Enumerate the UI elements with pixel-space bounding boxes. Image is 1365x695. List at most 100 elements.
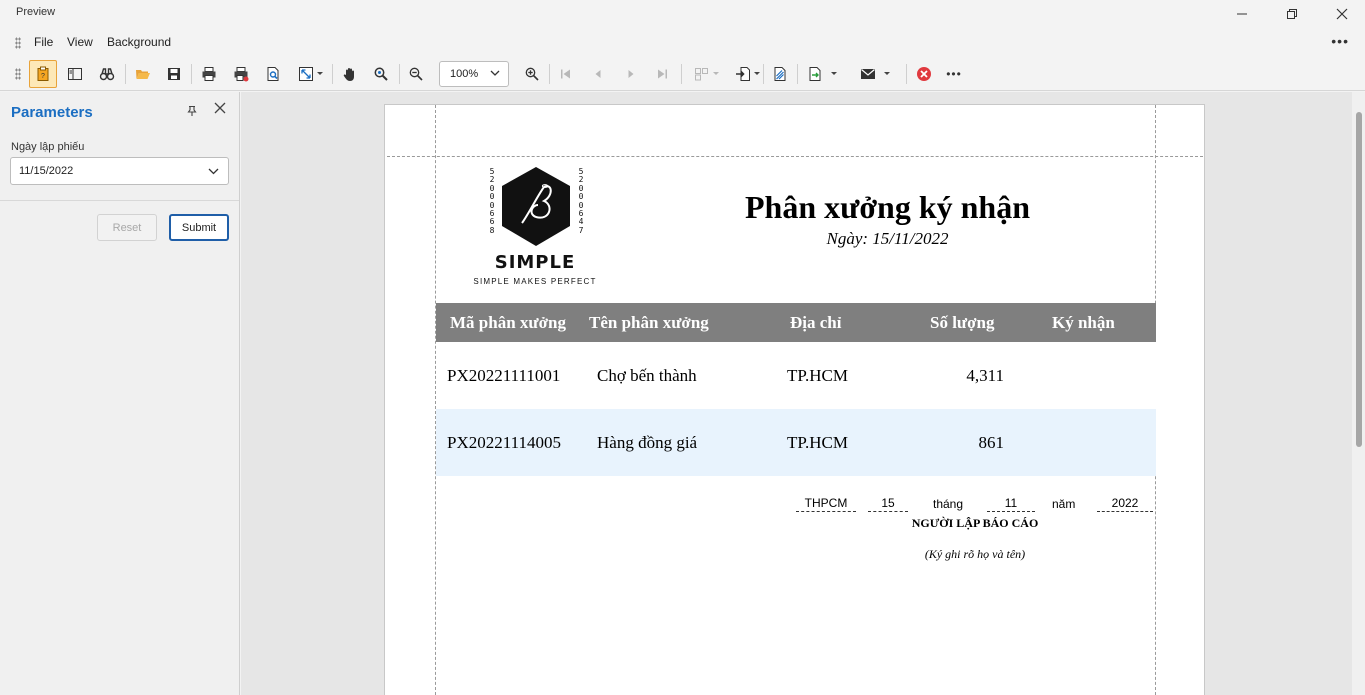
company-logo: 52000668 52000647 SIMPLE SIMPLE MAKES PE… — [465, 165, 605, 290]
stop-button[interactable] — [910, 60, 938, 88]
chevron-down-icon — [490, 70, 500, 76]
date-select[interactable]: 11/15/2022 — [10, 157, 229, 185]
signature-place: THPCM — [796, 496, 856, 512]
report-page: 52000668 52000647 SIMPLE SIMPLE MAKES PE… — [384, 104, 1205, 695]
minimize-button[interactable] — [1219, 0, 1265, 28]
close-panel-icon[interactable] — [214, 101, 226, 118]
export-options-button[interactable] — [827, 60, 841, 88]
table-cell: PX20221111001 — [447, 366, 561, 385]
signature-month: 11 — [987, 496, 1035, 512]
toolbar-separator — [797, 64, 798, 84]
parameters-title: Parameters — [11, 104, 93, 121]
open-button[interactable] — [129, 60, 157, 88]
column-header: Tên phân xưởng — [589, 313, 709, 332]
send-email-button[interactable] — [854, 60, 882, 88]
watermark-button[interactable] — [766, 60, 794, 88]
document-viewer[interactable]: 52000668 52000647 SIMPLE SIMPLE MAKES PE… — [241, 92, 1352, 695]
table-cell: 4,311 — [966, 366, 1004, 385]
zoom-out-button[interactable] — [402, 60, 430, 88]
needle-logo-icon — [502, 167, 570, 246]
export-button[interactable] — [729, 60, 760, 88]
last-page-button[interactable] — [648, 60, 676, 88]
chevron-down-icon — [884, 72, 890, 75]
page-search-icon — [267, 67, 279, 81]
sidebar-layout-icon — [68, 68, 82, 80]
minimize-icon — [1237, 13, 1247, 15]
table-cell: TP.HCM — [787, 366, 848, 385]
month-word: tháng — [933, 497, 964, 511]
document-map-button[interactable] — [61, 60, 89, 88]
menu-view[interactable]: View — [67, 35, 93, 49]
vertical-scrollbar[interactable] — [1352, 92, 1365, 695]
table-cell: TP.HCM — [787, 433, 848, 452]
title-bar: Preview — [0, 0, 1365, 28]
scrollbar-thumb[interactable] — [1356, 112, 1362, 447]
chevron-down-icon — [713, 72, 719, 75]
restore-button[interactable] — [1269, 0, 1315, 28]
toolbar-separator — [191, 64, 192, 84]
toolbar-grip-icon[interactable] — [15, 68, 21, 80]
logo-brand: SIMPLE — [494, 252, 576, 273]
hand-tool-button[interactable] — [336, 60, 364, 88]
previous-page-icon — [595, 70, 601, 78]
first-page-icon — [561, 69, 570, 79]
page-setup-button[interactable] — [292, 60, 323, 88]
page-setup-icon — [299, 67, 313, 81]
search-button[interactable] — [93, 60, 121, 88]
parameters-panel: Parameters Ngày lập phiếu 11/15/2022 Res… — [0, 92, 240, 695]
first-page-button[interactable] — [552, 60, 580, 88]
save-button[interactable] — [160, 60, 188, 88]
menu-grip-icon[interactable] — [15, 37, 21, 49]
email-options-button[interactable] — [880, 60, 894, 88]
submit-button[interactable]: Submit — [169, 214, 229, 241]
column-header: Địa chỉ — [790, 313, 842, 332]
toolbar-separator — [125, 64, 126, 84]
table-row: PX20221114005 Hàng đồng giá TP.HCM 861 — [436, 409, 1156, 476]
close-window-button[interactable] — [1319, 0, 1365, 28]
pin-icon[interactable] — [186, 105, 198, 120]
signature-day: 15 — [868, 496, 908, 512]
quick-print-button[interactable] — [227, 60, 255, 88]
zoom-in-button[interactable] — [518, 60, 546, 88]
print-button[interactable] — [195, 60, 223, 88]
close-icon — [1336, 8, 1348, 20]
logo-left-digits: 52000668 — [489, 167, 495, 235]
table-cell: Chợ bến thành — [597, 366, 697, 385]
export-to-file-button[interactable] — [801, 60, 829, 88]
binoculars-icon — [99, 68, 115, 81]
chevron-down-icon — [317, 72, 323, 75]
next-page-button[interactable] — [617, 60, 645, 88]
toolbar-separator — [763, 64, 764, 84]
table-cell: PX20221114005 — [447, 433, 561, 452]
date-value: 11/15/2022 — [19, 165, 74, 177]
magnifier-icon — [374, 67, 388, 81]
logo-right-digits: 52000647 — [578, 167, 584, 235]
export-icon — [736, 67, 750, 81]
parameters-toggle-button[interactable]: ? — [29, 60, 57, 88]
toolbar: ? 100% ••• — [0, 57, 1365, 91]
menu-file[interactable]: File — [34, 35, 53, 49]
reset-button[interactable]: Reset — [97, 214, 157, 241]
zoom-value: 100% — [450, 68, 479, 80]
zoom-out-icon — [409, 67, 423, 81]
more-options-icon: ••• — [946, 67, 962, 81]
quick-print-icon — [234, 67, 249, 82]
year-word: năm — [1052, 497, 1076, 511]
column-header: Mã phân xưởng — [450, 313, 566, 332]
restore-icon — [1287, 9, 1297, 19]
report-date: Ngày: 15/11/2022 — [826, 229, 949, 248]
toolbar-more-button[interactable]: ••• — [940, 60, 968, 88]
previous-page-button[interactable] — [584, 60, 612, 88]
hand-icon — [343, 68, 354, 81]
zoom-select[interactable]: 100% — [439, 61, 509, 87]
menu-background[interactable]: Background — [107, 35, 171, 49]
multi-page-view-button[interactable] — [688, 60, 719, 88]
print-preview-button[interactable] — [259, 60, 287, 88]
stop-icon — [917, 67, 931, 81]
signature-note: (Ký ghi rõ họ và tên) — [924, 547, 1026, 561]
toolbar-separator — [681, 64, 682, 84]
more-options-icon[interactable]: ••• — [1331, 33, 1349, 49]
folder-open-icon — [136, 70, 150, 79]
chevron-down-icon — [754, 72, 760, 75]
magnifier-tool-button[interactable] — [367, 60, 395, 88]
